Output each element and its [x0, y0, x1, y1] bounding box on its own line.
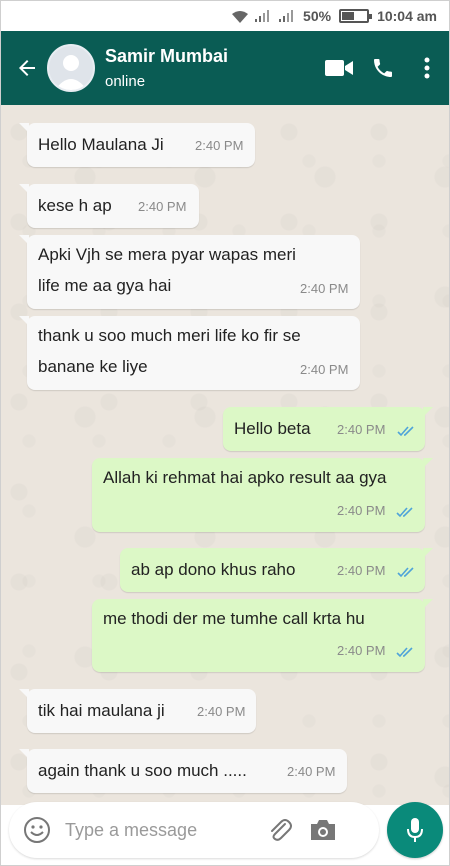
- message-text: banane ke liye: [38, 357, 148, 376]
- message-outgoing[interactable]: me thodi der me tumhe call krta hu 2:40 …: [92, 599, 433, 672]
- message-time: 2:40 PM: [337, 643, 386, 658]
- message-text: Allah ki rehmat hai apko result aa gya: [103, 468, 387, 487]
- contact-name: Samir Mumbai: [105, 46, 229, 66]
- message-text: Apki Vjh se mera pyar wapas meri: [38, 245, 296, 264]
- phone-screen: 50% 10:04 am Samir Mumbai online Hello M…: [0, 0, 450, 866]
- message-input[interactable]: [65, 819, 255, 841]
- message-incoming[interactable]: again thank u soo much ..... 2:40 PM: [19, 749, 347, 793]
- message-text: again thank u soo much .....: [38, 761, 247, 780]
- message-incoming[interactable]: kese h ap 2:40 PM: [19, 184, 199, 228]
- message-text: thank u soo much meri life ko fir se: [38, 326, 301, 345]
- battery-percent: 50%: [303, 8, 332, 24]
- contact-info[interactable]: Samir Mumbai online: [105, 46, 315, 90]
- message-composer: [9, 802, 379, 858]
- message-time: 2:40 PM: [197, 704, 246, 719]
- video-call-icon[interactable]: [319, 48, 359, 88]
- mic-icon: [407, 818, 423, 842]
- phone-call-icon[interactable]: [363, 48, 403, 88]
- read-ticks-icon: [397, 567, 414, 578]
- message-incoming[interactable]: tik hai maulana ji 2:40 PM: [19, 689, 256, 733]
- status-bar: 50% 10:04 am: [1, 1, 449, 31]
- mic-button[interactable]: [387, 802, 443, 858]
- message-time: 2:40 PM: [138, 199, 187, 214]
- back-arrow-icon[interactable]: [7, 48, 47, 88]
- message-incoming[interactable]: Hello Maulana Ji 2:40 PM: [19, 123, 255, 167]
- message-text: Hello Maulana Ji: [38, 135, 164, 154]
- message-text: ab ap dono khus raho: [131, 560, 296, 579]
- message-text: tik hai maulana ji: [38, 701, 165, 720]
- emoji-icon[interactable]: [17, 810, 57, 850]
- signal-icon: [255, 10, 271, 22]
- signal-icon: [279, 10, 295, 22]
- read-ticks-icon: [397, 426, 414, 437]
- battery-level: [342, 12, 355, 20]
- message-text: life me aa gya hai: [38, 276, 172, 295]
- message-outgoing[interactable]: ab ap dono khus raho 2:40 PM: [120, 548, 433, 592]
- message-time: 2:40 PM: [300, 281, 349, 296]
- message-incoming[interactable]: thank u soo much meri life ko fir se ban…: [19, 316, 360, 390]
- message-time: 2:40 PM: [337, 422, 386, 437]
- message-incoming[interactable]: Apki Vjh se mera pyar wapas meri life me…: [19, 235, 360, 309]
- avatar[interactable]: [47, 44, 95, 92]
- message-time: 2:40 PM: [287, 764, 336, 779]
- contact-status: online: [105, 73, 146, 90]
- camera-icon[interactable]: [305, 812, 341, 848]
- message-time: 2:40 PM: [337, 503, 386, 518]
- message-text: kese h ap: [38, 196, 112, 215]
- chat-header: Samir Mumbai online: [1, 31, 449, 105]
- message-text: me thodi der me tumhe call krta hu: [103, 609, 365, 628]
- message-time: 2:40 PM: [195, 138, 244, 153]
- battery-icon: [339, 9, 373, 23]
- attach-icon[interactable]: [261, 812, 297, 848]
- message-time: 2:40 PM: [300, 362, 349, 377]
- chat-area[interactable]: Hello Maulana Ji 2:40 PM kese h ap 2:40 …: [1, 105, 449, 805]
- more-vert-icon[interactable]: [407, 48, 447, 88]
- message-time: 2:40 PM: [337, 563, 386, 578]
- message-outgoing[interactable]: Hello beta 2:40 PM: [223, 407, 433, 451]
- message-outgoing[interactable]: Allah ki rehmat hai apko result aa gya 2…: [92, 458, 433, 532]
- message-text: Hello beta: [234, 419, 311, 438]
- status-time: 10:04 am: [377, 8, 437, 24]
- read-ticks-icon: [396, 507, 413, 518]
- read-ticks-icon: [396, 647, 413, 658]
- wifi-icon: [231, 10, 249, 23]
